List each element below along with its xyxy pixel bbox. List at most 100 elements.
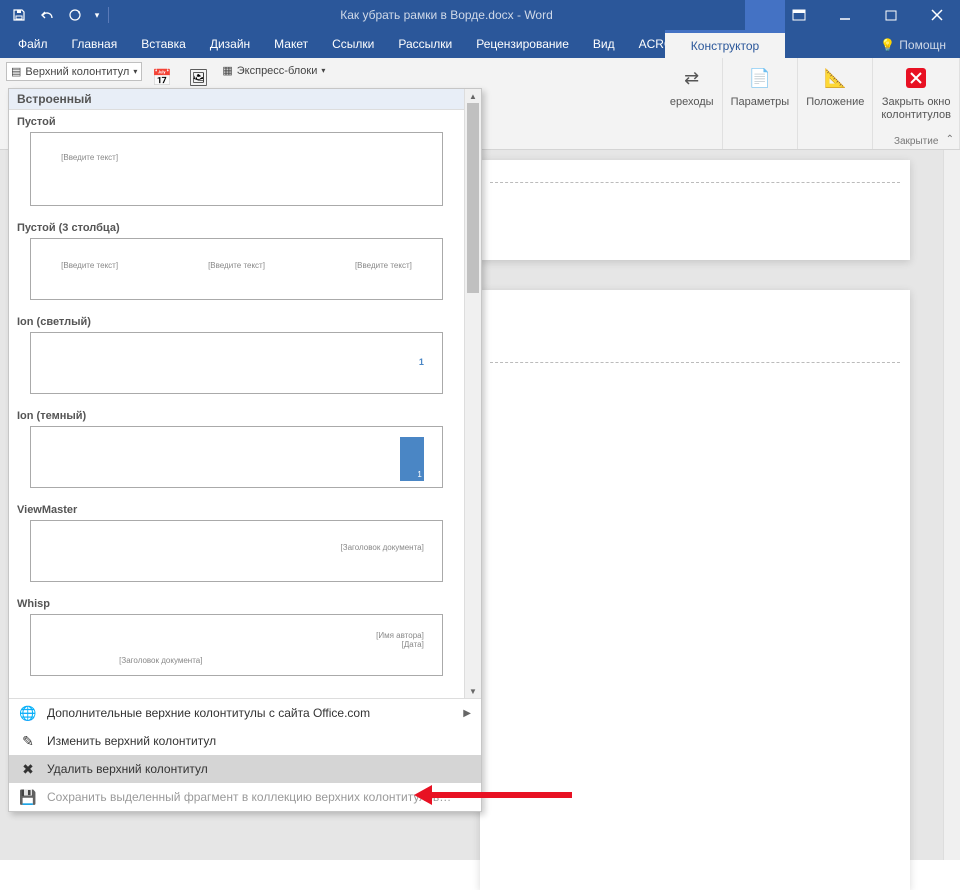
- tab-design[interactable]: Дизайн: [198, 31, 262, 58]
- page-icon: ▤: [11, 65, 21, 78]
- scroll-thumb[interactable]: [467, 103, 479, 293]
- gallery-list: Встроенный Пустой [Введите текст] Пустой…: [9, 89, 464, 698]
- header-dropdown-button[interactable]: ▤ Верхний колонтитул ▾: [6, 62, 142, 81]
- title-bar: ▾ Как убрать рамки в Ворде.docx - Word: [0, 0, 960, 30]
- placeholder-text: [Заголовок документа]: [119, 656, 202, 665]
- tab-layout[interactable]: Макет: [262, 31, 320, 58]
- maximize-button[interactable]: [868, 0, 914, 30]
- page-2[interactable]: [480, 290, 910, 890]
- page-1[interactable]: [480, 160, 910, 260]
- header-boundary: [490, 182, 900, 183]
- entry-title: Whisp: [17, 598, 456, 610]
- qat-separator: [108, 7, 109, 23]
- gallery-item-empty-3col[interactable]: Пустой (3 столбца) [Введите текст] [Введ…: [9, 216, 464, 310]
- gallery-item-empty[interactable]: Пустой [Введите текст]: [9, 110, 464, 216]
- gallery-item-ion-light[interactable]: Ion (светлый) 1: [9, 310, 464, 404]
- entry-title: Ion (светлый): [17, 316, 456, 328]
- header-boundary: [490, 362, 900, 363]
- menu-label: Дополнительные верхние колонтитулы с сай…: [47, 706, 370, 720]
- menu-more-office[interactable]: 🌐 Дополнительные верхние колонтитулы с с…: [9, 699, 481, 727]
- quick-access-toolbar: ▾: [0, 2, 117, 28]
- vertical-scrollbar[interactable]: [943, 150, 960, 860]
- tab-file[interactable]: Файл: [6, 31, 60, 58]
- preview: 1: [30, 332, 443, 394]
- close-button[interactable]: [914, 0, 960, 30]
- transitions-icon: ⇄: [676, 62, 708, 94]
- undo-button[interactable]: [34, 2, 60, 28]
- close-hf-label: Закрыть окно колонтитулов: [881, 96, 951, 121]
- tab-home[interactable]: Главная: [60, 31, 130, 58]
- params-label: Параметры: [731, 96, 790, 109]
- annotation-arrow: [422, 792, 572, 798]
- tab-insert[interactable]: Вставка: [129, 31, 198, 58]
- remove-icon: ✖: [19, 760, 37, 778]
- chevron-down-icon: ▾: [133, 67, 137, 76]
- gallery-item-whisp[interactable]: Whisp [Заголовок документа] [Имя автора]…: [9, 592, 464, 686]
- menu-edit-header[interactable]: ✎ Изменить верхний колонтитул: [9, 727, 481, 755]
- preview: [Заголовок документа]: [30, 520, 443, 582]
- menu-remove-header[interactable]: ✖ Удалить верхний колонтитул: [9, 755, 481, 783]
- placeholder-text: [Введите текст]: [355, 261, 412, 270]
- gallery-item-ion-dark[interactable]: Ion (темный) 1: [9, 404, 464, 498]
- placeholder-text: [Имя автора]: [376, 631, 424, 640]
- tab-references[interactable]: Ссылки: [320, 31, 386, 58]
- entry-title: Пустой: [17, 116, 456, 128]
- gallery-scrollbar[interactable]: ▲ ▼: [464, 89, 481, 698]
- placeholder-text: [Введите текст]: [61, 261, 118, 270]
- placeholder-text: [Дата]: [376, 640, 424, 649]
- group-caption-close: Закрытие: [894, 136, 938, 147]
- office-icon: 🌐: [19, 704, 37, 722]
- dark-accent: 1: [400, 437, 424, 481]
- preview: 1: [30, 426, 443, 488]
- ribbon-tabs: Файл Главная Вставка Дизайн Макет Ссылки…: [0, 30, 960, 58]
- group-parameters[interactable]: 📄 Параметры: [723, 58, 799, 149]
- placeholder-text: [Введите текст]: [61, 153, 118, 162]
- menu-label: Удалить верхний колонтитул: [47, 762, 208, 776]
- position-label: Положение: [806, 96, 864, 109]
- header-gallery-dropdown: Встроенный Пустой [Введите текст] Пустой…: [8, 88, 482, 812]
- blocks-icon: ▦: [222, 64, 232, 77]
- scroll-down[interactable]: ▼: [465, 684, 481, 698]
- page-number: 1: [417, 470, 421, 479]
- scroll-up[interactable]: ▲: [465, 89, 481, 103]
- entry-title: Ion (темный): [17, 410, 456, 422]
- contextual-tab-label: [745, 0, 785, 30]
- placeholder-text: [Заголовок документа]: [341, 543, 424, 552]
- transitions-label: ереходы: [670, 96, 714, 109]
- tab-constructor[interactable]: Конструктор: [665, 30, 785, 58]
- express-blocks-button[interactable]: ▦ Экспресс-блоки ▾: [218, 62, 329, 79]
- qat-customize[interactable]: ▾: [90, 2, 104, 28]
- window-title: Как убрать рамки в Ворде.docx - Word: [117, 8, 776, 22]
- close-x-icon: [900, 62, 932, 94]
- gallery-section-builtin: Встроенный: [9, 89, 464, 110]
- save-button[interactable]: [6, 2, 32, 28]
- window-controls: [776, 0, 960, 30]
- entry-title: ViewMaster: [17, 504, 456, 516]
- tab-mailings[interactable]: Рассылки: [386, 31, 464, 58]
- tell-me-label: Помощн: [899, 38, 946, 52]
- express-label: Экспресс-блоки: [237, 65, 318, 77]
- header-dropdown-label: Верхний колонтитул: [25, 66, 129, 78]
- chevron-right-icon: ▶: [463, 708, 471, 719]
- gallery-item-viewmaster[interactable]: ViewMaster [Заголовок документа]: [9, 498, 464, 592]
- preview: [Заголовок документа] [Имя автора] [Дата…: [30, 614, 443, 676]
- minimize-button[interactable]: [822, 0, 868, 30]
- group-position[interactable]: 📐 Положение: [798, 58, 873, 149]
- group-transitions[interactable]: ⇄ ереходы: [662, 58, 723, 149]
- preview: [Введите текст]: [30, 132, 443, 206]
- tab-review[interactable]: Рецензирование: [464, 31, 581, 58]
- bulb-icon: 💡: [880, 38, 895, 52]
- tell-me[interactable]: 💡 Помощн: [866, 32, 960, 58]
- page-number: 1: [419, 357, 424, 367]
- collapse-ribbon[interactable]: ⌃: [946, 134, 954, 145]
- redo-button[interactable]: [62, 2, 88, 28]
- save-selection-icon: 💾: [19, 788, 37, 806]
- menu-label: Сохранить выделенный фрагмент в коллекци…: [47, 790, 451, 804]
- edit-icon: ✎: [19, 732, 37, 750]
- preview: [Введите текст] [Введите текст] [Введите…: [30, 238, 443, 300]
- tab-view[interactable]: Вид: [581, 31, 627, 58]
- entry-title: Пустой (3 столбца): [17, 222, 456, 234]
- params-icon: 📄: [744, 62, 776, 94]
- placeholder-text: [Введите текст]: [208, 261, 265, 270]
- chevron-down-icon: ▾: [321, 66, 325, 75]
